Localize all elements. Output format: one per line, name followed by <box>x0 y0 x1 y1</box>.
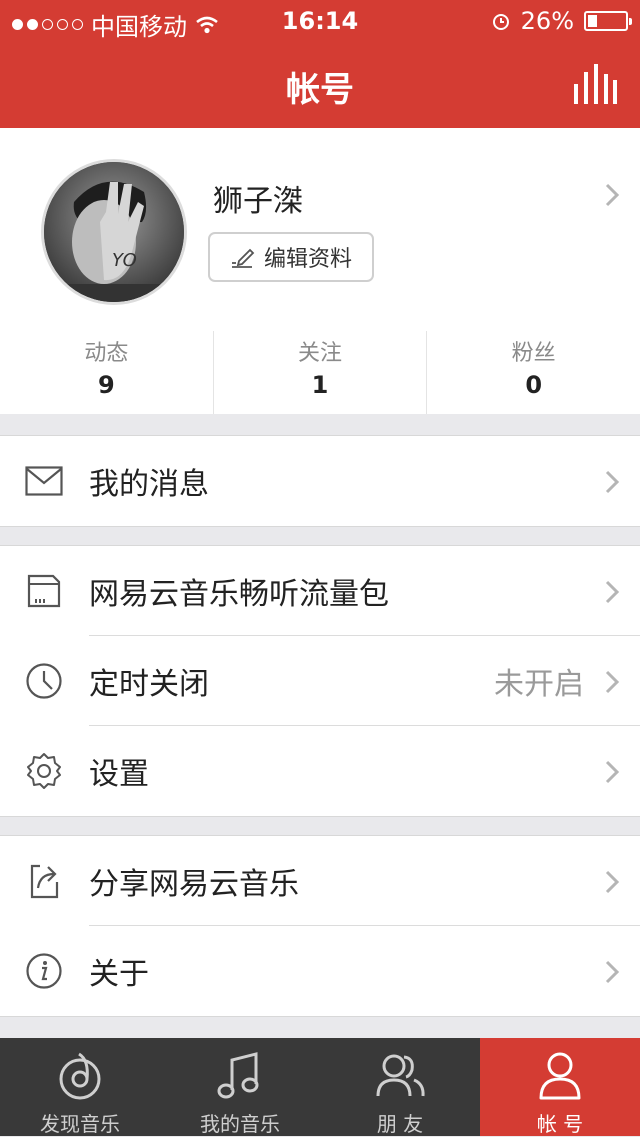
sim-card-icon <box>24 571 64 611</box>
page-title: 帐号 <box>286 70 354 110</box>
tab-label: 发现音乐 <box>40 1112 120 1136</box>
chevron-right-icon <box>605 183 620 207</box>
menu-item-label: 关于 <box>89 957 149 992</box>
menu-item-messages[interactable]: 我的消息 <box>0 436 640 526</box>
menu-item-label: 网易云音乐畅听流量包 <box>89 577 389 612</box>
menu-group-about: 分享网易云音乐 关于 <box>0 835 640 1017</box>
account-icon <box>539 1052 581 1100</box>
profile-stats: 动态 9 关注 1 粉丝 0 <box>0 331 640 414</box>
stat-label: 粉丝 <box>511 341 556 366</box>
stat-events[interactable]: 动态 9 <box>0 331 213 414</box>
menu-item-about[interactable]: 关于 <box>0 926 640 1016</box>
sleep-timer-status: 未开启 <box>494 667 584 702</box>
menu-item-data-pack[interactable]: 网易云音乐畅听流量包 <box>0 546 640 636</box>
svg-text:YO: YO <box>112 250 137 271</box>
stat-value: 0 <box>525 371 543 399</box>
chevron-right-icon <box>605 870 620 894</box>
edit-profile-label: 编辑资料 <box>263 247 352 272</box>
tab-friends[interactable]: 朋 友 <box>320 1038 480 1136</box>
clock-icon <box>24 661 64 701</box>
alarm-icon <box>492 14 509 30</box>
info-icon <box>24 951 64 991</box>
chevron-right-icon <box>605 470 620 494</box>
share-icon <box>24 861 64 901</box>
stat-label: 动态 <box>84 341 129 366</box>
chevron-right-icon <box>605 960 620 984</box>
menu-item-label: 分享网易云音乐 <box>89 867 299 902</box>
tab-my-music[interactable]: 我的音乐 <box>160 1038 320 1136</box>
status-bar: 中国移动 16:14 26% <box>0 0 640 41</box>
stat-value: 1 <box>311 371 329 399</box>
tab-discover[interactable]: 发现音乐 <box>0 1038 160 1136</box>
battery-percent: 26% <box>520 7 574 35</box>
tab-label: 我的音乐 <box>200 1112 280 1136</box>
stat-label: 关注 <box>298 341 343 366</box>
pencil-icon <box>231 248 255 268</box>
menu-item-settings[interactable]: 设置 <box>0 726 640 816</box>
menu-group-tools: 网易云音乐畅听流量包 定时关闭 未开启 设置 <box>0 545 640 817</box>
gear-icon <box>24 751 64 791</box>
envelope-icon <box>24 461 64 501</box>
tab-account[interactable]: 帐 号 <box>480 1038 640 1136</box>
menu-item-label: 设置 <box>89 757 149 792</box>
discover-icon <box>59 1052 101 1100</box>
equalizer-icon[interactable] <box>572 62 618 106</box>
edit-profile-button[interactable]: 编辑资料 <box>208 232 374 282</box>
battery-icon <box>584 11 632 31</box>
tab-label: 朋 友 <box>376 1112 424 1136</box>
stat-value: 9 <box>97 371 115 399</box>
username: 狮子滐 <box>213 184 303 219</box>
menu-item-sleep-timer[interactable]: 定时关闭 未开启 <box>0 636 640 726</box>
stat-following[interactable]: 关注 1 <box>212 331 427 414</box>
chevron-right-icon <box>605 760 620 784</box>
menu-item-label: 定时关闭 <box>89 667 209 702</box>
profile-card[interactable]: YO 狮子滐 编辑资料 动态 9 关注 1 粉丝 0 <box>0 128 640 414</box>
menu-item-share[interactable]: 分享网易云音乐 <box>0 836 640 926</box>
chevron-right-icon <box>605 580 620 604</box>
menu-group-messages: 我的消息 <box>0 435 640 527</box>
music-note-icon <box>217 1052 259 1099</box>
tab-label: 帐 号 <box>536 1112 584 1136</box>
stat-followers[interactable]: 粉丝 0 <box>426 331 640 414</box>
nav-bar: 帐号 <box>0 40 640 128</box>
chevron-right-icon <box>605 670 620 694</box>
menu-item-label: 我的消息 <box>89 467 209 502</box>
avatar[interactable]: YO <box>41 159 187 305</box>
tab-bar: 发现音乐 我的音乐 朋 友 帐 号 <box>0 1038 640 1136</box>
friends-icon <box>376 1054 425 1097</box>
